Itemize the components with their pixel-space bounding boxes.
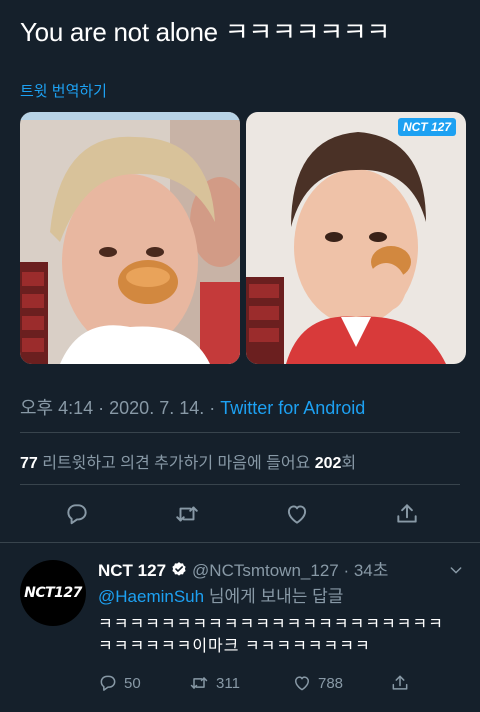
photo-watermark: NCT 127 — [397, 118, 456, 136]
reply-author-name[interactable]: NCT 127 — [98, 561, 166, 580]
reply-share-button[interactable] — [390, 670, 410, 696]
tweet-source-link[interactable]: Twitter for Android — [220, 398, 365, 418]
reply-reply-count: 50 — [124, 674, 141, 692]
divider — [20, 484, 460, 485]
reply-like-button[interactable]: 788 — [292, 670, 343, 696]
like-suffix: 회 — [341, 455, 357, 472]
retweet-count: 77 — [20, 455, 38, 472]
tweet-stats[interactable]: 77 리트윗하고 의견 추가하기 마음에 들어요 202회 — [20, 449, 356, 473]
tweet-action-bar — [0, 494, 480, 534]
reply-handle-time: @NCTsmtown_127 · 34초 — [192, 561, 389, 580]
verified-icon — [172, 562, 186, 576]
like-count: 202 — [314, 455, 342, 472]
share-icon — [392, 675, 408, 690]
reply-reply-button[interactable]: 50 — [98, 670, 141, 696]
replying-to: @HaeminSuh 님에게 보내는 답글 — [98, 582, 343, 607]
avatar-logo: NCT127 — [24, 585, 82, 601]
reply-retweet-button[interactable]: 311 — [188, 670, 240, 696]
reply-retweet-count: 311 — [216, 674, 240, 692]
media-photo-right[interactable]: NCT 127 — [246, 112, 466, 364]
share-icon[interactable] — [387, 494, 427, 534]
tweet-meta: 오후 4:14 · 2020. 7. 14. · Twitter for And… — [20, 394, 365, 420]
reply-text: ㅋㅋㅋㅋㅋㅋㅋㅋㅋㅋㅋㅋㅋㅋㅋㅋㅋㅋㅋㅋㅋㅋㅋㅋㅋㅋㅋㅋ이마크 ㅋㅋㅋㅋㅋㅋㅋㅋ — [98, 616, 444, 655]
photo-person-eating-left — [20, 112, 240, 364]
photo-person-eating-right — [246, 112, 466, 364]
reply-icon — [100, 675, 116, 691]
reply-tweet[interactable]: NCT127 NCT 127 @NCTsmtown_127 · 34초 @Haem… — [0, 548, 480, 712]
tweet-timestamp: 오후 4:14 · 2020. 7. 14. · — [20, 398, 221, 418]
divider — [20, 432, 460, 433]
retweet-icon[interactable] — [167, 494, 207, 534]
mention-link[interactable]: @HaeminSuh — [98, 587, 204, 606]
media-photo-left[interactable] — [20, 112, 240, 364]
divider — [0, 542, 480, 543]
like-icon — [295, 676, 309, 691]
chevron-down-icon[interactable] — [444, 558, 468, 582]
reply-like-count: 788 — [318, 674, 344, 692]
reply-action-bar: 50 311 788 — [98, 670, 428, 696]
like-icon[interactable] — [277, 494, 317, 534]
retweet-icon — [190, 677, 208, 689]
tweet-text: You are not alone ㅋㅋㅋㅋㅋㅋㅋ — [20, 17, 391, 47]
retweet-label: 리트윗하고 의견 추가하기 마음에 들어요 — [37, 455, 315, 472]
reply-icon[interactable] — [57, 494, 97, 534]
reply-header: NCT 127 @NCTsmtown_127 · 34초 — [98, 556, 388, 581]
replying-to-suffix: 님에게 보내는 답글 — [204, 587, 344, 606]
translate-tweet-link[interactable]: 트윗 번역하기 — [20, 80, 107, 101]
avatar[interactable]: NCT127 — [20, 560, 86, 626]
media-grid: NCT 127 — [20, 112, 466, 364]
